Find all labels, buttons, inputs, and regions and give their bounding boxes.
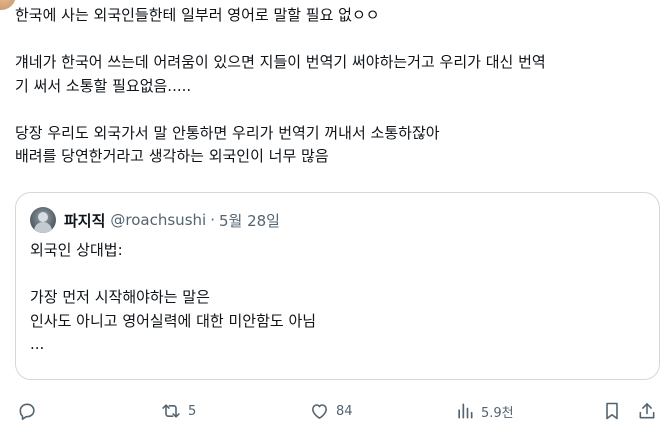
retweet-count: 5: [188, 403, 197, 419]
quoted-text-line: ...: [30, 335, 45, 353]
views-chart-icon: [455, 401, 475, 421]
tweet-text-line: 배려를 당연한거라고 생각하는 외국인이 너무 많음: [15, 147, 329, 165]
quoted-tweet-date[interactable]: 5월 28일: [219, 210, 280, 231]
retweet-button[interactable]: 5: [160, 396, 196, 426]
tweet-action-bar: 5 84 5.9천: [0, 396, 671, 426]
quoted-author-avatar[interactable]: [30, 207, 56, 233]
views-count: 5.9천: [481, 405, 514, 421]
author-avatar[interactable]: [0, 0, 16, 10]
quoted-author-handle[interactable]: @roachsushi: [110, 211, 206, 229]
views-button[interactable]: 5.9천: [455, 396, 514, 426]
like-button[interactable]: 84: [309, 396, 353, 426]
reply-icon: [17, 401, 37, 421]
reply-button[interactable]: [17, 396, 37, 426]
tweet-text-line: 기 써서 소통할 필요없음.....: [15, 76, 192, 95]
quoted-tweet-text: 외국인 상대법: 가장 먼저 시작해야하는 말은 인사도 아니고 영어실력에 대…: [30, 239, 645, 357]
bookmark-button[interactable]: [603, 396, 621, 426]
heart-icon: [309, 401, 330, 421]
separator-dot: ·: [210, 211, 215, 229]
tweet-text-line: 당장 우리도 외국가서 말 안통하면 우리가 번역기 꺼내서 소통하잖아: [15, 123, 440, 142]
tweet-text-gap: [15, 98, 665, 122]
bookmark-icon: [603, 401, 621, 421]
quoted-text-line: 외국인 상대법:: [30, 241, 123, 259]
tweet-text: 한국에 사는 외국인들한테 일부러 영어로 말할 필요 없ㅇㅇ 걔네가 한국어 …: [15, 4, 665, 169]
share-icon: [637, 401, 657, 421]
quoted-tweet-header: 파지직 @roachsushi · 5월 28일: [30, 207, 280, 233]
quoted-author-name[interactable]: 파지직: [64, 210, 105, 231]
quoted-text-gap: [30, 263, 645, 287]
quoted-tweet-card[interactable]: 파지직 @roachsushi · 5월 28일 외국인 상대법: 가장 먼저 …: [15, 192, 660, 380]
share-button[interactable]: [637, 396, 657, 426]
tweet-text-line: 걔네가 한국어 쓰는데 어려움이 있으면 지들이 번역기 써야하는거고 우리가 …: [15, 53, 546, 71]
like-count: 84: [336, 403, 353, 419]
tweet-text-line: 한국에 사는 외국인들한테 일부러 영어로 말할 필요 없ㅇㅇ: [15, 6, 380, 24]
quoted-text-line: 인사도 아니고 영어실력에 대한 미안함도 아님: [30, 311, 317, 330]
retweet-icon: [160, 401, 182, 421]
quoted-text-line: 가장 먼저 시작해야하는 말은: [30, 288, 210, 306]
tweet-text-gap: [15, 28, 665, 52]
tweet-page: 한국에 사는 외국인들한테 일부러 영어로 말할 필요 없ㅇㅇ 걔네가 한국어 …: [0, 0, 671, 431]
